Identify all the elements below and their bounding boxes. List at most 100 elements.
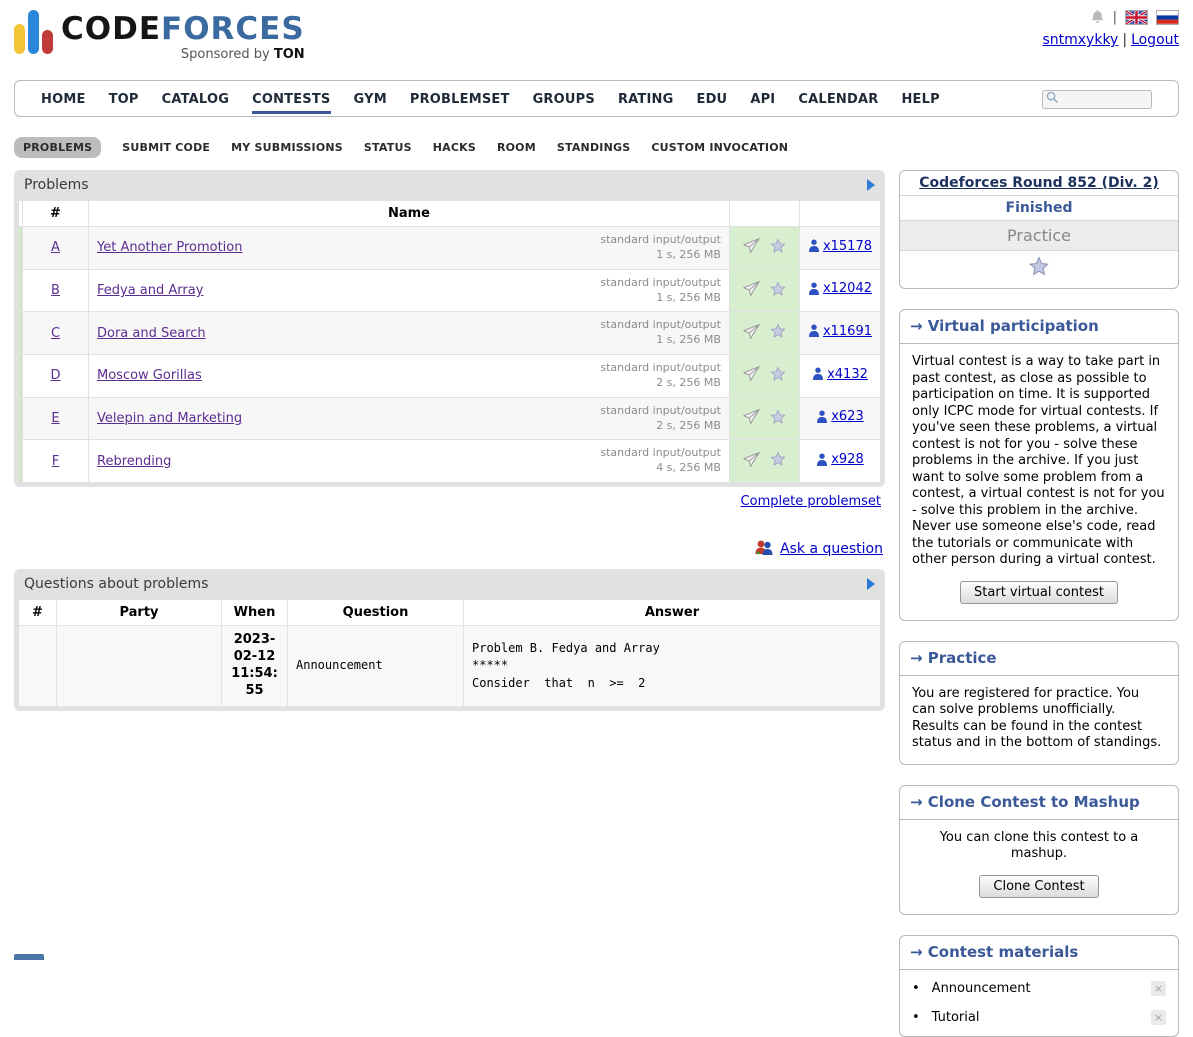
- nav-item-problemset[interactable]: PROBLEMSET: [410, 83, 510, 114]
- nav-item-edu[interactable]: EDU: [696, 83, 727, 114]
- nav-item-contests[interactable]: CONTESTS: [252, 83, 330, 114]
- problem-name-link[interactable]: Moscow Gorillas: [97, 368, 202, 383]
- close-icon[interactable]: ×: [1151, 1010, 1166, 1025]
- q-col-when: When: [222, 600, 288, 626]
- subnav-room[interactable]: ROOM: [497, 141, 536, 154]
- ask-question-link[interactable]: Ask a question: [780, 541, 883, 557]
- problem-letter-link[interactable]: B: [51, 283, 60, 298]
- bullet-icon: •: [912, 981, 920, 996]
- solved-count-link[interactable]: x4132: [812, 367, 868, 382]
- problem-letter-link[interactable]: A: [51, 240, 60, 255]
- ask-question-icon: [753, 539, 775, 559]
- start-virtual-contest-button[interactable]: Start virtual contest: [960, 581, 1118, 604]
- nav-item-api[interactable]: API: [750, 83, 775, 114]
- nav-item-calendar[interactable]: CALENDAR: [798, 83, 878, 114]
- col-name: Name: [89, 201, 730, 227]
- virtual-participation-text: Virtual contest is a way to take part in…: [912, 354, 1165, 567]
- bullet-icon: •: [912, 1010, 920, 1025]
- nav-item-help[interactable]: HELP: [901, 83, 939, 114]
- q-col-question: Question: [288, 600, 464, 626]
- complete-problemset-link[interactable]: Complete problemset: [741, 494, 881, 509]
- material-item-announcement: • Announcement ×: [906, 974, 1172, 1003]
- subnav-status[interactable]: STATUS: [364, 141, 412, 154]
- contest-materials-title: → Contest materials: [900, 936, 1178, 970]
- favorite-star-icon[interactable]: [770, 409, 786, 429]
- submit-paper-plane-icon[interactable]: [742, 408, 761, 429]
- q-col-answer: Answer: [464, 600, 881, 626]
- ton-brand: TON: [274, 47, 305, 62]
- favorite-star-icon[interactable]: [770, 281, 786, 301]
- questions-header-row: # Party When Question Answer: [19, 600, 881, 626]
- q-col-number: #: [19, 600, 57, 626]
- contest-favorite-star-icon[interactable]: [1028, 265, 1050, 281]
- contest-info-box: Codeforces Round 852 (Div. 2) Finished P…: [899, 170, 1179, 289]
- nav-item-home[interactable]: HOME: [41, 83, 86, 114]
- tutorial-link[interactable]: Tutorial: [932, 1010, 980, 1025]
- problem-letter-link[interactable]: E: [51, 411, 59, 426]
- subnav-my-submissions[interactable]: MY SUBMISSIONS: [231, 141, 343, 154]
- flag-en-icon[interactable]: [1125, 10, 1148, 25]
- submit-paper-plane-icon[interactable]: [742, 237, 761, 258]
- codeforces-logo[interactable]: CODEFORCES Sponsored by TON: [14, 8, 344, 61]
- subnav-standings[interactable]: STANDINGS: [557, 141, 630, 154]
- favorite-star-icon[interactable]: [770, 451, 786, 471]
- problem-name-link[interactable]: Velepin and Marketing: [97, 411, 242, 426]
- solved-count-link[interactable]: x928: [816, 452, 864, 467]
- nav-item-top[interactable]: TOP: [109, 83, 139, 114]
- subnav-submit-code[interactable]: SUBMIT CODE: [122, 141, 210, 154]
- solved-count-link[interactable]: x12042: [808, 281, 872, 296]
- submit-paper-plane-icon[interactable]: [742, 323, 761, 344]
- sidebar: Codeforces Round 852 (Div. 2) Finished P…: [899, 170, 1179, 1037]
- problem-name-link[interactable]: Dora and Search: [97, 326, 206, 341]
- logo-forces: FORCES: [161, 11, 305, 47]
- nav-item-catalog[interactable]: CATALOG: [162, 83, 229, 114]
- logout-link[interactable]: Logout: [1131, 32, 1179, 48]
- favorite-star-icon[interactable]: [770, 238, 786, 258]
- problem-letter-link[interactable]: F: [52, 454, 59, 469]
- problem-name-link[interactable]: Rebrending: [97, 454, 171, 469]
- problem-name-link[interactable]: Yet Another Promotion: [97, 240, 242, 255]
- problem-name-link[interactable]: Fedya and Array: [97, 283, 203, 298]
- problem-limits: standard input/output1 s, 256 MB: [600, 233, 721, 263]
- nav-item-gym[interactable]: GYM: [354, 83, 387, 114]
- solved-count-link[interactable]: x15178: [808, 239, 872, 254]
- clone-contest-button[interactable]: Clone Contest: [979, 875, 1098, 898]
- solved-count-link[interactable]: x11691: [808, 324, 872, 339]
- contest-materials-box: → Contest materials • Announcement × • T…: [899, 935, 1179, 1037]
- clone-mashup-box: → Clone Contest to Mashup You can clone …: [899, 785, 1179, 915]
- bell-icon[interactable]: [1090, 9, 1105, 25]
- contest-subnav: PROBLEMS SUBMIT CODE MY SUBMISSIONS STAT…: [14, 137, 1179, 158]
- problem-letter-link[interactable]: D: [50, 368, 60, 383]
- nav-item-groups[interactable]: GROUPS: [533, 83, 595, 114]
- favorite-star-icon[interactable]: [770, 366, 786, 386]
- submit-paper-plane-icon[interactable]: [742, 451, 761, 472]
- close-icon[interactable]: ×: [1151, 981, 1166, 996]
- username-link[interactable]: sntmxykky: [1042, 32, 1118, 48]
- q-answer-cell: Problem B. Fedya and Array ***** Conside…: [464, 626, 881, 707]
- problem-row-a: A Yet Another Promotion standard input/ou…: [19, 227, 881, 270]
- problems-header-row: # Name: [19, 201, 881, 227]
- flag-ru-icon[interactable]: [1156, 10, 1179, 25]
- subnav-custom-invocation[interactable]: CUSTOM INVOCATION: [651, 141, 788, 154]
- solved-count-link[interactable]: x623: [816, 409, 864, 424]
- q-when-cell: 2023-02-12 11:54:55: [222, 626, 288, 707]
- q-question-cell: Announcement: [288, 626, 464, 707]
- q-party-cell: [57, 626, 222, 707]
- expand-arrow-icon[interactable]: [866, 578, 875, 590]
- problem-row-e: E Velepin and Marketingstandard input/ou…: [19, 397, 881, 440]
- submit-paper-plane-icon[interactable]: [742, 280, 761, 301]
- contest-title-link[interactable]: Codeforces Round 852 (Div. 2): [919, 175, 1158, 191]
- submit-paper-plane-icon[interactable]: [742, 365, 761, 386]
- nav-item-rating[interactable]: RATING: [618, 83, 674, 114]
- favorite-star-icon[interactable]: [770, 323, 786, 343]
- announcement-link[interactable]: Announcement: [932, 981, 1031, 996]
- material-item-tutorial: • Tutorial ×: [906, 1003, 1172, 1032]
- problem-letter-link[interactable]: C: [51, 326, 60, 341]
- logo-bars-icon: [14, 8, 53, 54]
- q-col-party: Party: [57, 600, 222, 626]
- subnav-problems[interactable]: PROBLEMS: [14, 137, 101, 158]
- logo-code: CODE: [61, 11, 161, 47]
- problem-limits: standard input/output1 s, 256 MB: [600, 318, 721, 348]
- subnav-hacks[interactable]: HACKS: [433, 141, 476, 154]
- expand-arrow-icon[interactable]: [866, 179, 875, 191]
